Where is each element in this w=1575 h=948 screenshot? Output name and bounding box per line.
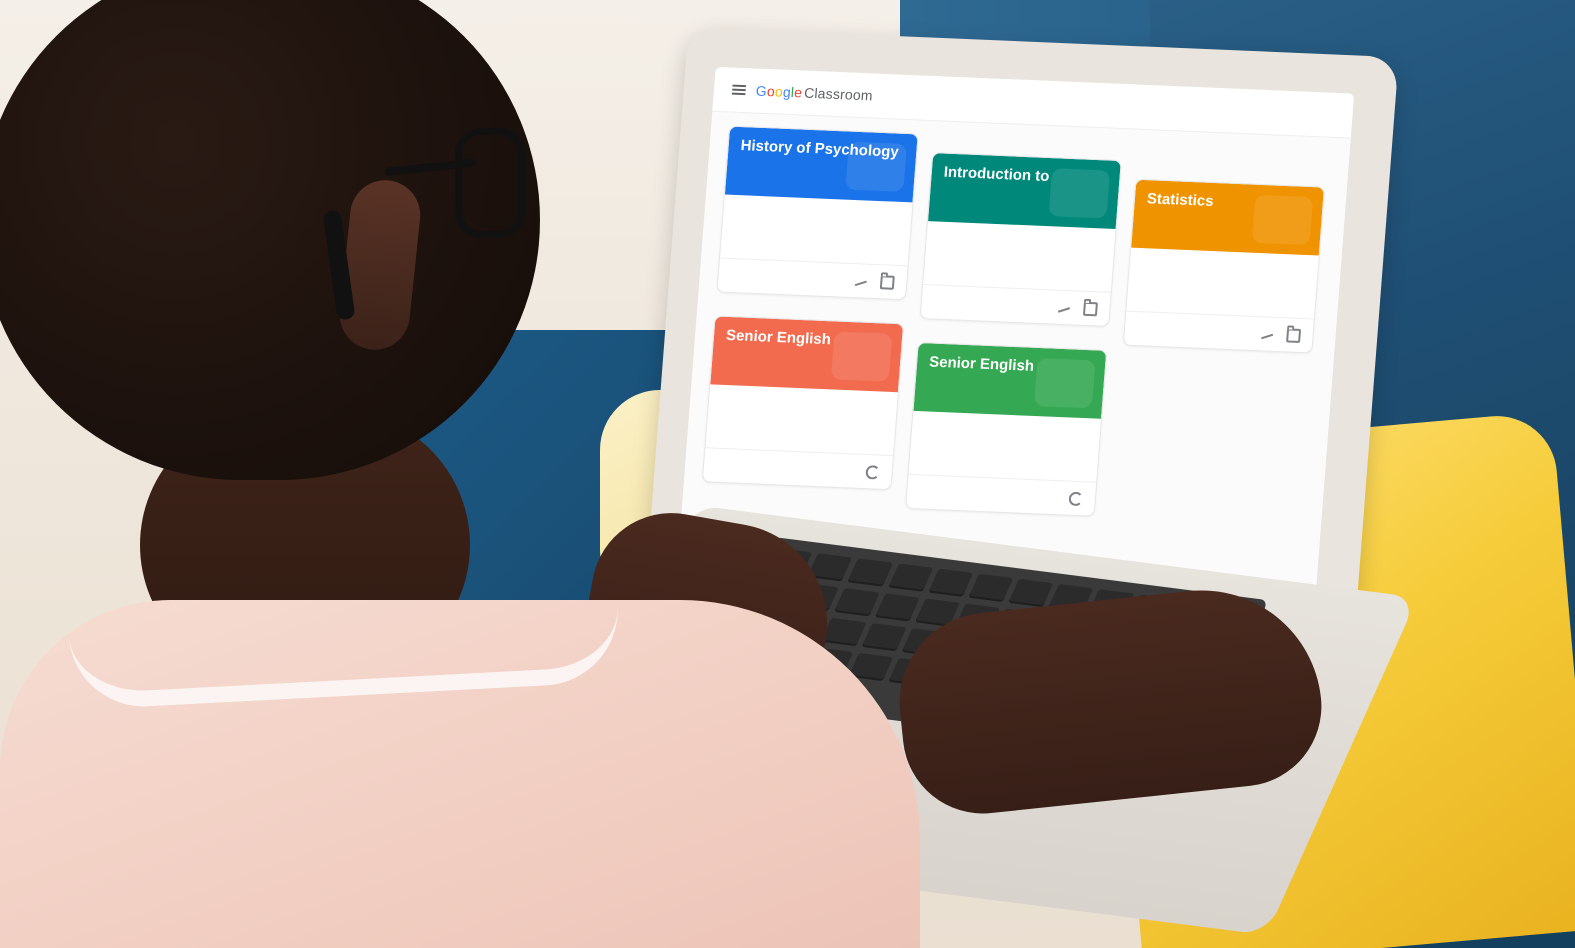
- class-card[interactable]: Senior English: [701, 315, 905, 491]
- card-footer: [1123, 310, 1314, 353]
- card-footer: [717, 257, 908, 300]
- class-card[interactable]: Senior English: [904, 341, 1108, 517]
- teacher-label: [1142, 258, 1306, 265]
- class-card[interactable]: Introduction to: [919, 152, 1122, 327]
- teacher-name: [939, 235, 1103, 242]
- stats-icon[interactable]: [854, 274, 869, 289]
- card-header[interactable]: Statistics: [1131, 179, 1324, 256]
- class-card[interactable]: Statistics: [1122, 178, 1326, 354]
- head-hair: [0, 0, 540, 480]
- eyeglasses: [384, 110, 525, 240]
- header-illustration: [830, 331, 893, 382]
- header-illustration: [1048, 168, 1111, 219]
- refresh-icon[interactable]: [1068, 491, 1084, 506]
- folder-icon[interactable]: [1082, 301, 1098, 316]
- brand-e: e: [793, 84, 803, 101]
- key: [847, 558, 893, 587]
- stats-icon[interactable]: [1057, 300, 1072, 315]
- key: [968, 573, 1014, 602]
- teacher-label: [939, 232, 1103, 239]
- card-header[interactable]: History of Psychology: [724, 126, 918, 203]
- stats-icon[interactable]: [1260, 327, 1275, 342]
- header-illustration: [1033, 357, 1096, 409]
- refresh-icon[interactable]: [865, 464, 881, 480]
- teacher-name: [1142, 261, 1306, 268]
- folder-icon[interactable]: [1286, 327, 1302, 343]
- teacher-label: [722, 395, 886, 402]
- card-header[interactable]: Senior English: [913, 342, 1107, 419]
- glasses-lens: [455, 128, 525, 238]
- brand: GoogleClassroom: [755, 83, 873, 104]
- key: [834, 588, 880, 617]
- header-illustration: [1251, 194, 1314, 246]
- key: [874, 593, 920, 622]
- card-footer: [906, 473, 1097, 516]
- teacher-label: [736, 205, 900, 212]
- card-header[interactable]: Introduction to: [928, 153, 1121, 229]
- folder-icon[interactable]: [879, 274, 895, 290]
- teacher-name: [721, 398, 885, 405]
- key: [820, 617, 867, 647]
- key: [927, 568, 974, 597]
- card-footer: [920, 284, 1111, 326]
- teacher-name: [924, 424, 1088, 431]
- header-illustration: [845, 141, 907, 192]
- card-header[interactable]: Senior English: [710, 316, 904, 393]
- key: [1008, 578, 1054, 608]
- photo-scene: GoogleClassroom History of Psychology In…: [0, 0, 1575, 948]
- teacher-name: [736, 208, 900, 215]
- brand-product: Classroom: [803, 84, 874, 104]
- card-footer: [702, 447, 894, 490]
- teacher-label: [925, 421, 1089, 428]
- class-card[interactable]: History of Psychology: [716, 125, 919, 301]
- key: [887, 563, 933, 592]
- key: [861, 623, 907, 652]
- menu-icon[interactable]: [731, 84, 747, 96]
